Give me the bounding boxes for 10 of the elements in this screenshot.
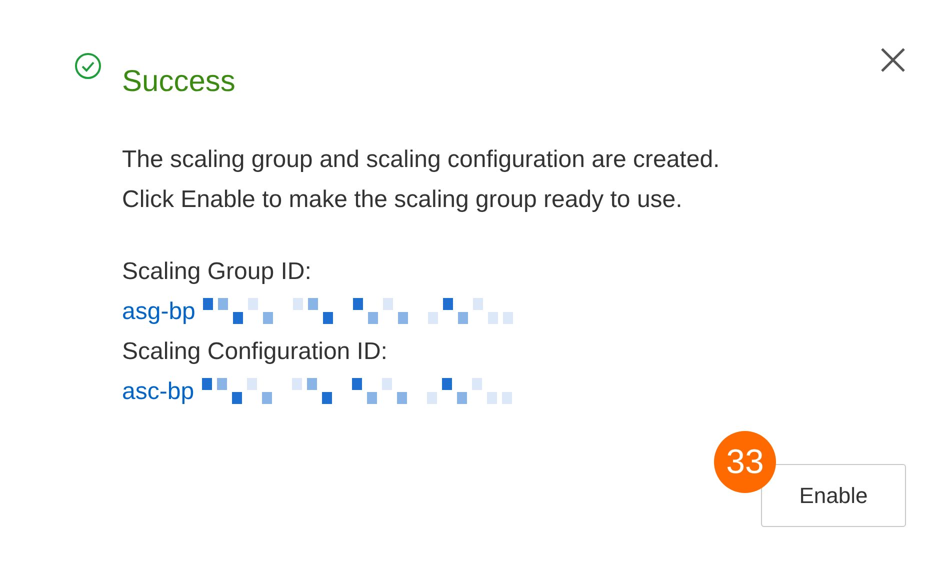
check-circle-icon xyxy=(74,52,102,80)
dialog-title: Success xyxy=(122,64,236,100)
callout-badge: 33 xyxy=(714,431,776,493)
field-label: Scaling Configuration ID: xyxy=(122,337,388,367)
message-text: The scaling group and scaling configuration are created. xyxy=(122,145,721,175)
enable-button[interactable]: Enable xyxy=(761,464,906,527)
field-label: Scaling Group ID: xyxy=(122,257,312,287)
id-link[interactable]: asc-bp xyxy=(122,372,194,412)
id-link[interactable]: asg-bp xyxy=(122,292,196,332)
message-text: Click Enable to make the scaling group ready to use. xyxy=(122,185,684,215)
